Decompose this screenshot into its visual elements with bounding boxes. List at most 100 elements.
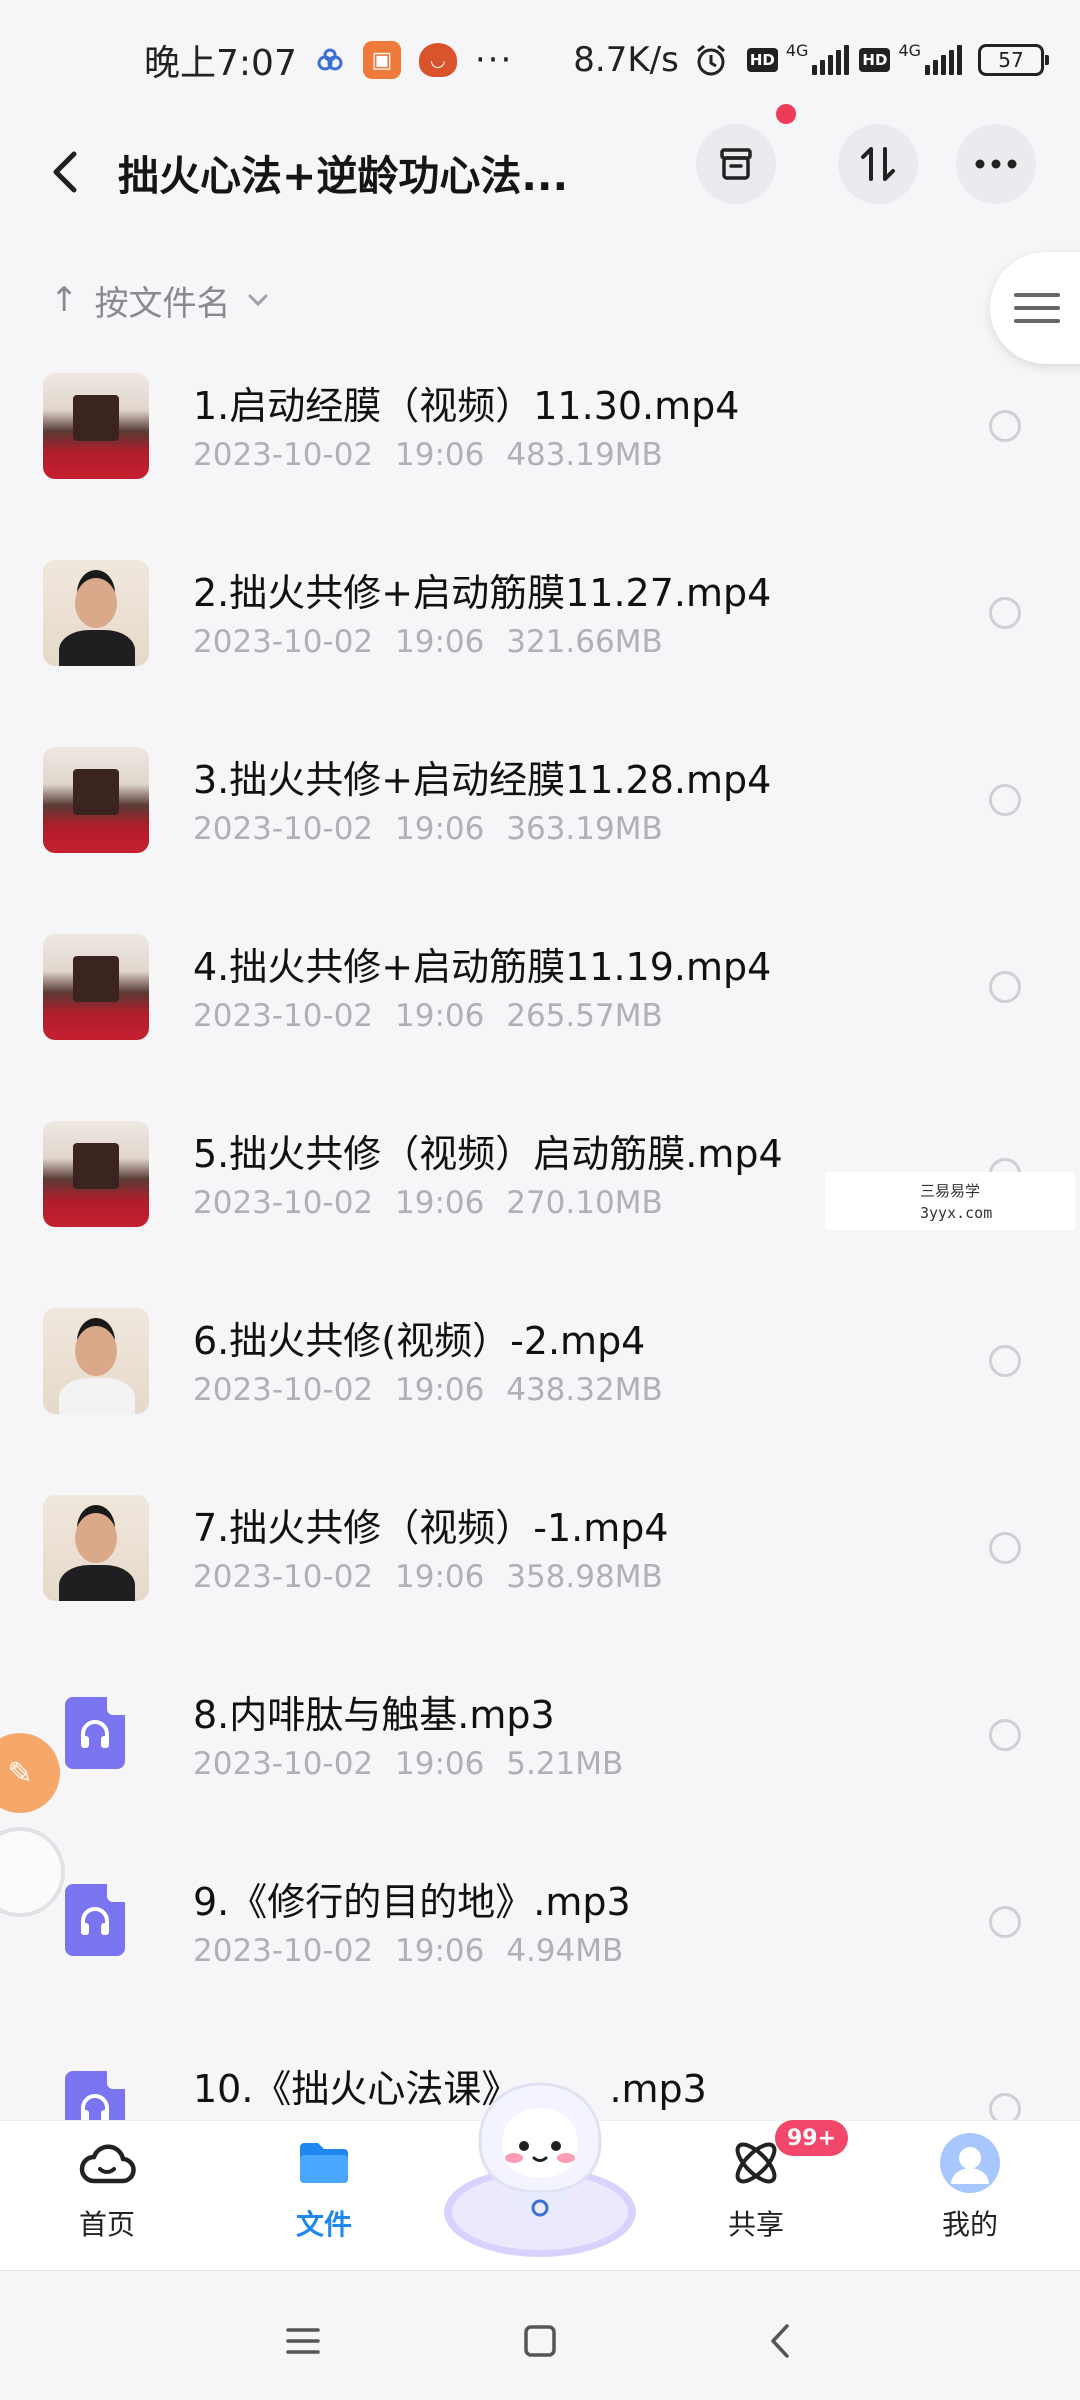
file-meta: 2023-10-02 19:06 358.98MB xyxy=(193,1559,663,1595)
recents-button[interactable] xyxy=(273,2311,333,2371)
nav-home[interactable]: 首页 xyxy=(37,2131,177,2243)
file-size: 4.94MB xyxy=(506,1933,624,1969)
select-checkbox[interactable] xyxy=(989,1906,1021,1938)
select-checkbox[interactable] xyxy=(989,1345,1021,1377)
file-date: 2023-10-02 xyxy=(193,1372,374,1408)
video-thumbnail xyxy=(43,373,149,479)
sort-icon xyxy=(861,147,895,181)
file-meta: 2023-10-02 19:06 483.19MB xyxy=(193,437,663,473)
file-size: 5.21MB xyxy=(506,1746,624,1782)
list-item[interactable]: 6.拙火共修(视频）-2.mp4 2023-10-02 19:06 438.32… xyxy=(0,1293,1080,1480)
side-menu-button[interactable] xyxy=(990,252,1080,364)
network-type-sim2: 4G xyxy=(898,40,922,60)
select-checkbox[interactable] xyxy=(989,971,1021,1003)
chevron-down-icon xyxy=(248,294,267,307)
nav-profile[interactable]: 我的 xyxy=(900,2131,1040,2243)
nav-files[interactable]: 文件 xyxy=(254,2131,394,2243)
select-checkbox[interactable] xyxy=(989,1719,1021,1751)
file-size: 321.66MB xyxy=(506,624,663,660)
headphones-icon xyxy=(65,1697,125,1769)
file-date: 2023-10-02 xyxy=(193,811,374,847)
file-meta: 2023-10-02 19:06 265.57MB xyxy=(193,998,663,1034)
file-date: 2023-10-02 xyxy=(193,998,374,1034)
file-name: 5.拙火共修（视频）启动筋膜.mp4 xyxy=(193,1132,783,1176)
list-item[interactable]: 9.《修行的目的地》.mp3 2023-10-02 19:06 4.94MB xyxy=(0,1854,1080,2041)
battery-level: 57 xyxy=(998,48,1024,72)
sort-button[interactable] xyxy=(838,124,918,204)
title-bar: 拙火心法+逆龄功心法... xyxy=(0,120,1080,230)
mascot-assistant-button[interactable] xyxy=(440,2072,640,2262)
sort-label: 按文件名 xyxy=(94,283,231,324)
list-item[interactable]: 1.启动经膜（视频）11.30.mp4 2023-10-02 19:06 483… xyxy=(0,358,1080,545)
video-thumbnail xyxy=(43,747,149,853)
signal-icon-sim2 xyxy=(925,45,963,75)
signal-icon-sim1 xyxy=(812,45,850,75)
back-button[interactable] xyxy=(40,142,90,202)
app-notification-icon: ▣ xyxy=(362,41,401,79)
share-notification-badge: 99+ xyxy=(775,2120,849,2156)
file-date: 2023-10-02 xyxy=(193,1933,374,1969)
select-checkbox[interactable] xyxy=(989,410,1021,442)
video-thumbnail xyxy=(43,560,149,666)
list-item[interactable]: 4.拙火共修+启动筋膜11.19.mp4 2023-10-02 19:06 26… xyxy=(0,919,1080,1106)
watermark-line2: 3yyx.com xyxy=(920,1204,993,1222)
file-size: 270.10MB xyxy=(506,1185,663,1221)
select-checkbox[interactable] xyxy=(989,597,1021,629)
video-thumbnail xyxy=(43,1308,149,1414)
link-icon xyxy=(315,45,345,75)
more-notifications-icon: ··· xyxy=(474,40,514,80)
file-meta: 2023-10-02 19:06 5.21MB xyxy=(193,1746,623,1782)
system-navigation-bar xyxy=(0,2270,1080,2400)
nav-home-label: 首页 xyxy=(78,2208,135,2241)
network-speed: 8.7K/s xyxy=(573,40,679,80)
file-time: 19:06 xyxy=(395,1933,485,1969)
list-item[interactable]: 2.拙火共修+启动筋膜11.27.mp4 2023-10-02 19:06 32… xyxy=(0,545,1080,732)
select-checkbox[interactable] xyxy=(989,784,1021,816)
network-type-sim1: 4G xyxy=(785,40,809,60)
page-title: 拙火心法+逆龄功心法... xyxy=(118,152,569,200)
back-triangle-icon xyxy=(771,2324,789,2358)
sort-direction-icon: ↑ xyxy=(50,280,79,320)
battery-icon: 57 xyxy=(978,44,1050,76)
pumpkin-app-icon: ◡ xyxy=(418,43,457,77)
file-name: 2.拙火共修+启动筋膜11.27.mp4 xyxy=(193,571,772,615)
folder-icon xyxy=(292,2131,356,2195)
hd-badge-sim2: HD xyxy=(859,48,891,72)
file-name: 1.启动经膜（视频）11.30.mp4 xyxy=(193,384,740,428)
pencil-icon: ✎ xyxy=(7,1755,33,1791)
file-name: 7.拙火共修（视频）-1.mp4 xyxy=(193,1506,669,1550)
file-size: 363.19MB xyxy=(506,811,663,847)
file-list: 1.启动经膜（视频）11.30.mp4 2023-10-02 19:06 483… xyxy=(0,358,1080,2228)
file-time: 19:06 xyxy=(395,1559,485,1595)
nav-profile-label: 我的 xyxy=(941,2208,998,2241)
list-item[interactable]: 8.内啡肽与触基.mp3 2023-10-02 19:06 5.21MB xyxy=(0,1667,1080,1854)
file-time: 19:06 xyxy=(395,1746,485,1782)
watermark-line1: 三易易学 xyxy=(920,1182,981,1200)
more-icon xyxy=(975,159,1017,169)
file-date: 2023-10-02 xyxy=(193,437,374,473)
system-back-button[interactable] xyxy=(750,2311,810,2371)
file-size: 483.19MB xyxy=(506,437,663,473)
file-meta: 2023-10-02 19:06 438.32MB xyxy=(193,1372,663,1408)
archive-button[interactable] xyxy=(696,124,776,204)
list-item[interactable]: 7.拙火共修（视频）-1.mp4 2023-10-02 19:06 358.98… xyxy=(0,1480,1080,1667)
file-meta: 2023-10-02 19:06 363.19MB xyxy=(193,811,663,847)
watermark: 三易易学 3yyx.com xyxy=(825,1172,1075,1230)
file-name: 3.拙火共修+启动经膜11.28.mp4 xyxy=(193,758,772,802)
file-meta: 2023-10-02 19:06 321.66MB xyxy=(193,624,663,660)
home-button[interactable] xyxy=(510,2311,570,2371)
menu-lines-icon xyxy=(286,2328,320,2354)
avatar-icon xyxy=(938,2131,1002,2195)
list-item[interactable]: 3.拙火共修+启动经膜11.28.mp4 2023-10-02 19:06 36… xyxy=(0,732,1080,919)
status-bar: 晚上7:07 ▣ ◡ ··· 8.7K/s HD 4G HD 4G 57 xyxy=(0,0,1080,120)
more-button[interactable] xyxy=(956,124,1036,204)
video-thumbnail xyxy=(43,1121,149,1227)
file-meta: 2023-10-02 19:06 4.94MB xyxy=(193,1933,623,1969)
file-time: 19:06 xyxy=(395,1372,485,1408)
nav-share-label: 共享 xyxy=(727,2208,784,2241)
sort-selector[interactable]: ↑ 按文件名 xyxy=(50,275,269,325)
file-date: 2023-10-02 xyxy=(193,1559,374,1595)
select-checkbox[interactable] xyxy=(989,1532,1021,1564)
archive-box-icon xyxy=(720,148,752,180)
file-time: 19:06 xyxy=(395,811,485,847)
